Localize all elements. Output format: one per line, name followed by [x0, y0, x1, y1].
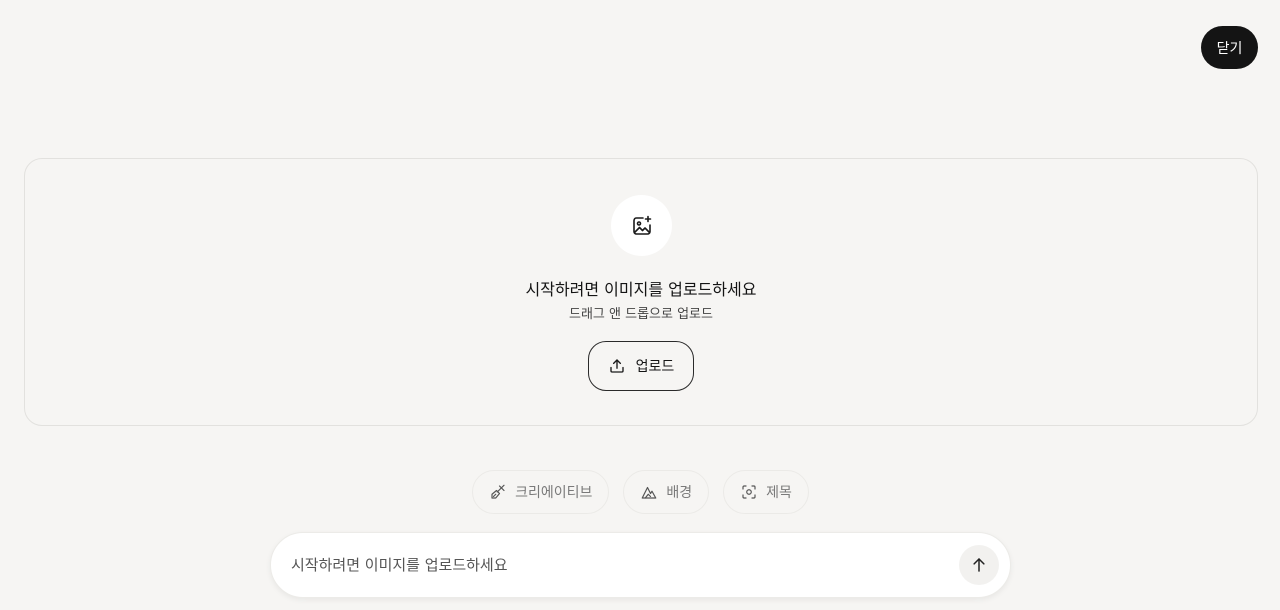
close-button[interactable]: 닫기	[1201, 26, 1258, 69]
image-edit-page: 닫기 시작하려면 이미지를 업로드하세요 드래그 앤 드롭으로 업로드 업로드	[0, 0, 1280, 610]
upload-dropzone[interactable]: 시작하려면 이미지를 업로드하세요 드래그 앤 드롭으로 업로드 업로드	[24, 158, 1258, 426]
chip-label: 제목	[766, 485, 792, 501]
arrow-up-icon	[970, 556, 988, 574]
chip-creative[interactable]: 크리에이티브	[472, 470, 610, 514]
upload-button[interactable]: 업로드	[588, 341, 694, 391]
dropzone-title: 시작하려면 이미지를 업로드하세요	[525, 280, 757, 299]
dropzone-subtitle: 드래그 앤 드롭으로 업로드	[569, 307, 713, 322]
landscape-icon	[640, 483, 658, 501]
brush-icon	[489, 483, 507, 501]
preset-chips: 크리에이티브 배경 제목	[0, 470, 1280, 514]
chip-label: 배경	[666, 485, 693, 501]
send-button[interactable]	[959, 545, 999, 585]
prompt-input[interactable]	[291, 533, 931, 597]
image-sparkle-icon	[611, 195, 672, 256]
close-label: 닫기	[1216, 40, 1243, 57]
chip-subject[interactable]: 제목	[723, 470, 809, 514]
prompt-bar	[270, 532, 1011, 598]
upload-icon	[608, 357, 626, 375]
chip-background[interactable]: 배경	[623, 470, 710, 514]
focus-icon	[740, 483, 758, 501]
chip-label: 크리에이티브	[515, 485, 593, 501]
upload-label: 업로드	[635, 359, 675, 375]
